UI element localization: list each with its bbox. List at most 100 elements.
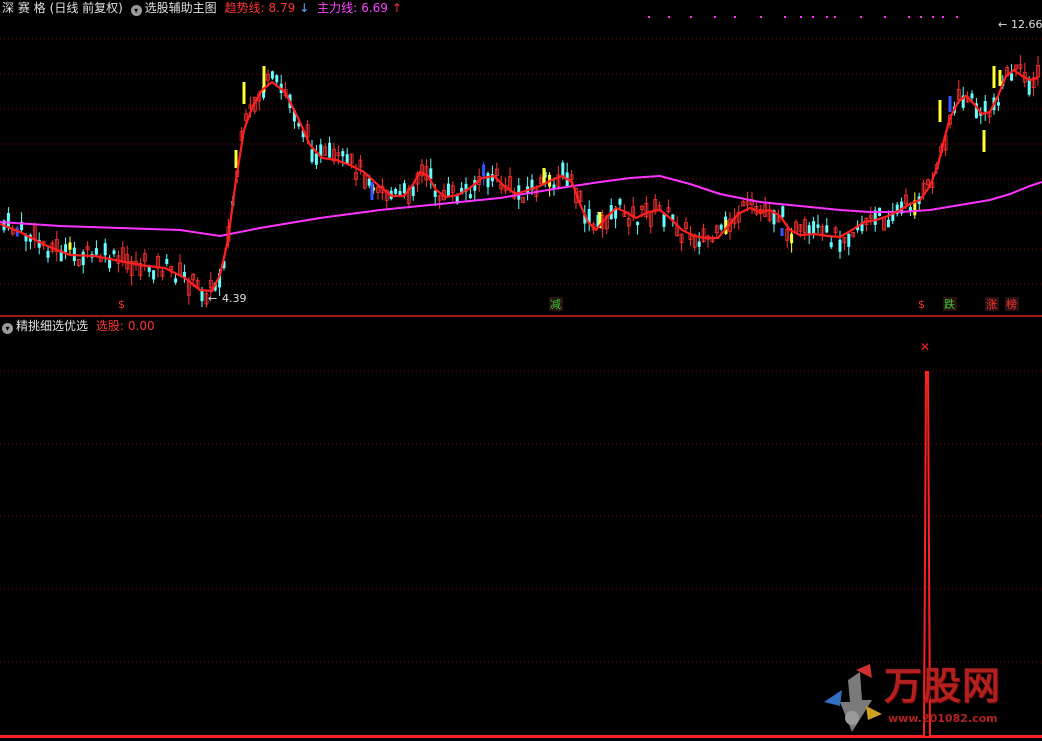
- candle-body: [112, 250, 116, 255]
- candle-body-highlight: [542, 168, 546, 184]
- signal-label: $: [918, 298, 925, 311]
- main-chart-header: 深 赛 格 (日线 前复权) ▾ 选股辅助主图 趋势线: 8.79 ↓ 主力线: 6.69…: [2, 0, 406, 16]
- sub-chart-header: ▾ 精挑细选优选 选股: 0.00: [2, 318, 159, 334]
- candlesticks: [2, 16, 1040, 308]
- candle-body: [446, 183, 450, 197]
- top-mark: [800, 16, 802, 18]
- candle-body: [200, 289, 204, 302]
- candle-body: [152, 270, 156, 280]
- candle-body-highlight: [948, 96, 952, 112]
- candle-body: [996, 102, 1000, 106]
- candle-body: [310, 149, 314, 162]
- top-mark: [956, 16, 958, 18]
- chevron-down-icon[interactable]: ▾: [2, 323, 13, 334]
- watermark-logo: 万股网 www.201082.com: [822, 662, 1027, 734]
- candle-body: [482, 164, 486, 177]
- candle-body: [662, 214, 666, 227]
- candle-body: [81, 251, 85, 266]
- candle-body: [1027, 80, 1031, 95]
- candle-body: [486, 173, 490, 188]
- candle-body: [6, 213, 10, 227]
- pick-flag-icon: ✕: [920, 340, 930, 354]
- candle-body: [781, 206, 785, 217]
- candle-body: [829, 242, 833, 248]
- top-mark: [884, 16, 886, 18]
- candle-body: [812, 221, 816, 235]
- signal-label: 榜: [1006, 297, 1017, 311]
- candle-body: [970, 93, 974, 99]
- signal-label: 减: [550, 298, 561, 311]
- candle-body: [402, 183, 406, 194]
- candle-body: [367, 178, 371, 186]
- candle-body-highlight: [938, 100, 942, 122]
- candle-body: [618, 199, 622, 205]
- signal-label: 涨: [986, 298, 997, 311]
- candle-body: [64, 244, 68, 252]
- signal-label: $: [118, 298, 125, 311]
- top-mark: [648, 16, 650, 18]
- chevron-down-icon[interactable]: ▾: [130, 5, 142, 16]
- top-mark: [812, 16, 814, 18]
- watermark-text: 万股网: [884, 664, 1002, 708]
- trend-label: 趋势线:: [224, 1, 265, 15]
- top-mark: [920, 16, 922, 18]
- trend-arrow-icon: ↓: [299, 1, 310, 15]
- candle-body: [94, 248, 98, 255]
- candle-body: [838, 239, 842, 252]
- candle-body-highlight: [370, 182, 374, 200]
- top-mark: [826, 16, 828, 18]
- candle-body: [468, 194, 472, 199]
- trend-value: 8.79: [268, 1, 296, 15]
- candle-body: [341, 151, 345, 157]
- low-price-arrow-icon: ←: [208, 292, 217, 305]
- candle-body: [719, 224, 723, 230]
- top-mark: [784, 16, 786, 18]
- top-mark: [932, 16, 934, 18]
- watermark-url: www.201082.com: [888, 712, 998, 725]
- stock-chart-canvas[interactable]: $ 减 $ 跌 涨榜 ← 4.39 ← 12.66 ✕: [0, 0, 1042, 741]
- signal-markers: $ 减 $ 跌 涨榜: [118, 297, 1019, 311]
- candle-body: [433, 190, 437, 197]
- pick-label: 选股:: [95, 319, 124, 333]
- main-indicator-name[interactable]: 选股辅助主图: [145, 1, 217, 15]
- candle-body: [394, 188, 398, 194]
- signal-label: 跌: [944, 297, 955, 311]
- candle-body: [270, 71, 274, 79]
- top-mark: [668, 16, 670, 18]
- candle-body-highlight: [780, 228, 784, 236]
- top-mark: [942, 16, 944, 18]
- bull-logo-icon: [824, 664, 882, 732]
- candle-body: [983, 101, 987, 112]
- top-mark: [760, 16, 762, 18]
- high-price-label: 12.66: [1011, 18, 1042, 31]
- top-mark: [714, 16, 716, 18]
- candle-body: [411, 186, 415, 196]
- candle-body-highlight: [998, 70, 1002, 86]
- candle-body: [847, 233, 851, 247]
- candle-body: [68, 242, 72, 250]
- top-mark: [690, 16, 692, 18]
- candle-body: [398, 190, 402, 196]
- top-mark: [908, 16, 910, 18]
- candle-body: [790, 233, 794, 244]
- stock-name[interactable]: 深 赛 格: [2, 1, 46, 15]
- low-price-label: 4.39: [222, 292, 247, 305]
- high-price-arrow-icon: ←: [998, 18, 1007, 31]
- top-mark: [834, 16, 836, 18]
- candle-body: [46, 250, 50, 258]
- candle-body: [147, 266, 151, 272]
- candle-body: [103, 243, 107, 256]
- period-label[interactable]: (日线 前复权): [50, 1, 123, 15]
- main-arrow-icon: ↑: [391, 1, 402, 15]
- candle-body: [636, 221, 640, 226]
- sub-indicator-name[interactable]: 精挑细选优选: [16, 319, 88, 333]
- candle-body: [825, 225, 829, 233]
- top-mark: [734, 16, 736, 18]
- candle-body: [314, 153, 318, 165]
- candle-body: [328, 142, 332, 158]
- grid-lines: [0, 38, 1042, 663]
- candle-body: [886, 219, 890, 228]
- candle-body: [165, 258, 169, 264]
- main-label: 主力线:: [317, 1, 358, 15]
- candle-body-highlight: [242, 82, 246, 104]
